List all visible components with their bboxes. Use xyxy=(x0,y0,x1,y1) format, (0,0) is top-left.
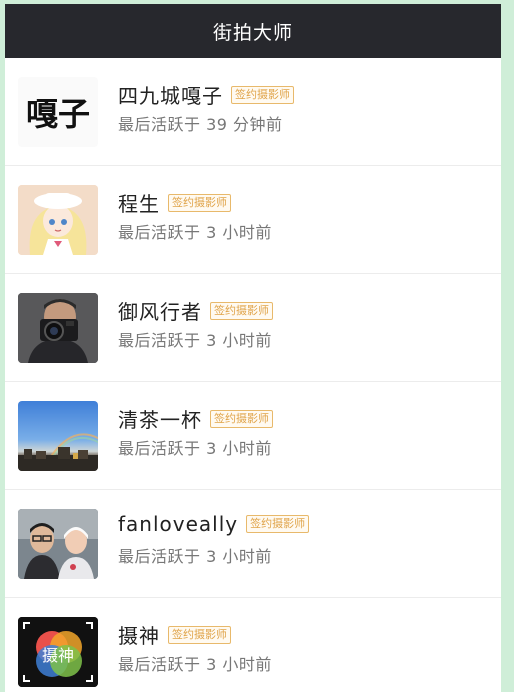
list-item[interactable]: fanloveally 签约摄影师 最后活跃于 3 小时前 xyxy=(5,490,501,598)
app-screen: 街拍大师 嘎子 四九城嘎子 签约摄影师 最后活跃于 39 分钟前 程生 签约摄影… xyxy=(5,4,501,692)
camera-man-avatar[interactable] xyxy=(18,293,98,363)
rainbow-sky-avatar[interactable] xyxy=(18,401,98,471)
verified-photographer-badge: 签约摄影师 xyxy=(246,515,310,533)
camera-man-photo xyxy=(18,293,98,363)
last-active-text: 最后活跃于 3 小时前 xyxy=(118,547,272,566)
verified-photographer-badge: 签约摄影师 xyxy=(168,625,231,644)
name-line: fanloveally 签约摄影师 xyxy=(118,512,310,536)
verified-photographer-badge: 签约摄影师 xyxy=(210,301,273,320)
photographer-name[interactable]: 四九城嘎子 xyxy=(118,80,223,109)
rainbow-city-photo xyxy=(18,433,98,471)
photographer-name[interactable]: 御风行者 xyxy=(118,296,202,325)
list-item[interactable]: 清茶一杯 签约摄影师 最后活跃于 3 小时前 xyxy=(5,382,501,490)
couple-photo xyxy=(18,509,98,579)
photographer-list: 嘎子 四九城嘎子 签约摄影师 最后活跃于 39 分钟前 程生 签约摄影师 最后活… xyxy=(5,58,501,692)
verified-photographer-badge: 签约摄影师 xyxy=(231,85,294,104)
last-active-text: 最后活跃于 39 分钟前 xyxy=(118,115,283,134)
verified-photographer-badge: 签约摄影师 xyxy=(210,409,273,428)
photographer-name[interactable]: 清茶一杯 xyxy=(118,404,202,433)
logo-glyph-text: 摄神 xyxy=(42,646,74,665)
calligraphy-avatar[interactable]: 嘎子 xyxy=(18,77,98,147)
page-title: 街拍大师 xyxy=(212,21,293,44)
photographer-name[interactable]: 程生 xyxy=(118,188,160,217)
verified-photographer-badge: 签约摄影师 xyxy=(168,193,231,212)
list-item[interactable]: 程生 签约摄影师 最后活跃于 3 小时前 xyxy=(5,166,501,274)
anime-girl-illustration xyxy=(18,185,98,255)
last-active-text: 最后活跃于 3 小时前 xyxy=(118,655,272,674)
name-line: 程生 签约摄影师 xyxy=(118,188,231,217)
name-line: 四九城嘎子 签约摄影师 xyxy=(118,80,294,109)
list-item[interactable]: 摄神 摄神 签约摄影师 最后活跃于 3 小时前 xyxy=(5,598,501,692)
last-active-text: 最后活跃于 3 小时前 xyxy=(118,439,272,458)
last-active-text: 最后活跃于 3 小时前 xyxy=(118,223,272,242)
name-line: 摄神 签约摄影师 xyxy=(118,620,231,649)
name-line: 御风行者 签约摄影师 xyxy=(118,296,273,325)
navigation-bar: 街拍大师 xyxy=(5,4,501,58)
avatar-calligraphy-text: 嘎子 xyxy=(25,95,90,133)
logo-avatar[interactable]: 摄神 xyxy=(18,617,98,687)
list-item[interactable]: 御风行者 签约摄影师 最后活跃于 3 小时前 xyxy=(5,274,501,382)
couple-photo-avatar[interactable] xyxy=(18,509,98,579)
list-item[interactable]: 嘎子 四九城嘎子 签约摄影师 最后活跃于 39 分钟前 xyxy=(5,58,501,166)
name-line: 清茶一杯 签约摄影师 xyxy=(118,404,273,433)
colorful-logo: 摄神 xyxy=(18,617,98,687)
anime-girl-avatar[interactable] xyxy=(18,185,98,255)
last-active-text: 最后活跃于 3 小时前 xyxy=(118,331,272,350)
photographer-name[interactable]: fanloveally xyxy=(118,512,238,536)
photographer-name[interactable]: 摄神 xyxy=(118,620,160,649)
